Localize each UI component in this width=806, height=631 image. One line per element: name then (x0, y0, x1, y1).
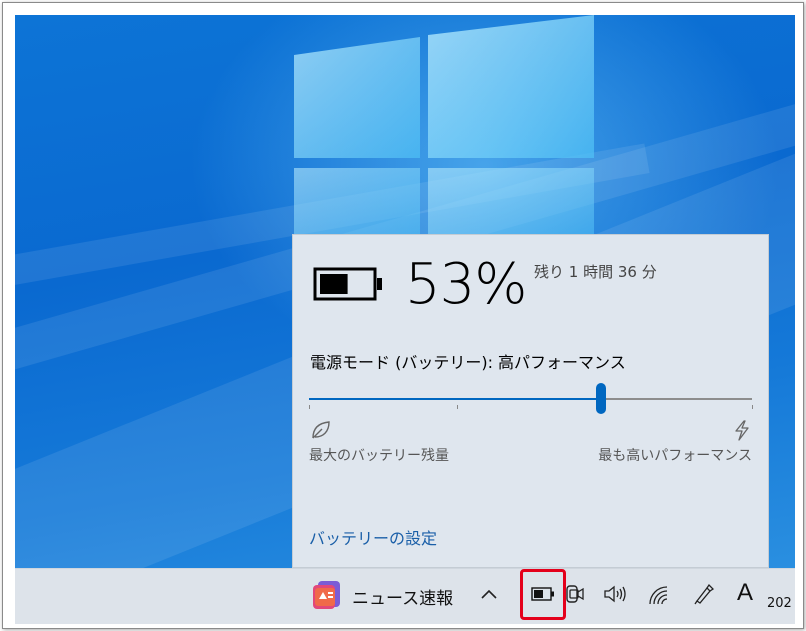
wifi-icon[interactable] (648, 585, 670, 605)
screenshot-frame: 53% 残り 1 時間 36 分 電源モード (バッテリー): 高パフォーマンス… (2, 2, 804, 629)
news-label[interactable]: ニュース速報 (352, 584, 453, 609)
news-icon[interactable] (309, 579, 343, 611)
slider-tick (457, 405, 458, 409)
windows-logo (294, 15, 594, 240)
power-mode-slider-thumb[interactable] (596, 383, 607, 414)
ime-mode-indicator[interactable]: A (737, 579, 753, 607)
slider-fill (309, 398, 602, 400)
power-mode-label: 電源モード (バッテリー): 高パフォーマンス (310, 353, 626, 372)
pen-icon[interactable] (693, 583, 715, 605)
slider-min-label: 最大のバッテリー残量 (309, 448, 449, 464)
power-mode-slider-track[interactable] (309, 398, 752, 400)
meet-now-icon[interactable] (565, 583, 585, 605)
clock-date[interactable]: 202 (767, 596, 792, 611)
battery-percent: 53% (405, 252, 527, 317)
slider-tick (309, 405, 310, 409)
battery-settings-link[interactable]: バッテリーの設定 (309, 525, 437, 549)
battery-flyout: 53% 残り 1 時間 36 分 電源モード (バッテリー): 高パフォーマンス… (292, 234, 769, 568)
slider-max-label: 最も高いパフォーマンス (598, 448, 752, 464)
chevron-up-icon[interactable] (480, 587, 498, 601)
slider-tick (752, 405, 753, 409)
lightning-icon (735, 420, 749, 441)
volume-icon[interactable] (603, 584, 627, 604)
battery-icon (313, 267, 382, 301)
battery-icon[interactable] (531, 587, 555, 601)
leaf-icon (312, 421, 330, 439)
time-remaining: 残り 1 時間 36 分 (534, 263, 657, 281)
taskbar: ニュース速報 A 202 (15, 568, 795, 624)
